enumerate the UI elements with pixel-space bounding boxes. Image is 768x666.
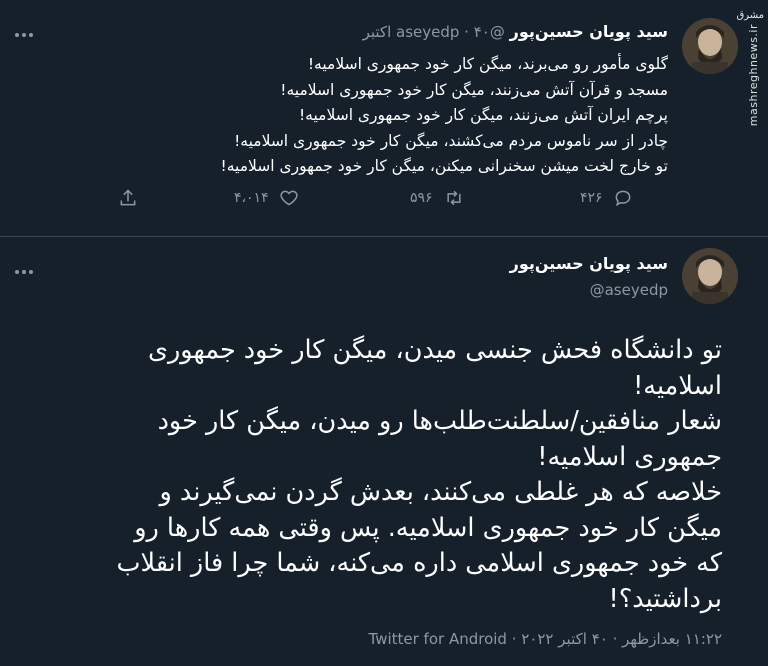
tweet-line: مسجد و قرآن آتش می‌زنند، میگن کار خود جم…	[280, 80, 668, 99]
watermark-text: mashreghnews.ir	[747, 24, 760, 127]
separator: ·	[464, 23, 469, 41]
retweet-icon	[443, 188, 465, 208]
tweet-line: خلاصه که هر غلطی می‌کنند، بعدش گردن نمی‌…	[159, 477, 722, 507]
tweet-line: که خود جمهوری اسلامی داره می‌کنه، شما چر…	[116, 548, 722, 578]
tweet-line: گلوی مأمور رو می‌برند، میگن کار خود جمهو…	[307, 55, 668, 73]
tweet-first[interactable]: سید پویان حسین‌پور @aseyedp · ۴۰ اکتبر گ…	[0, 0, 768, 236]
tweet-text: گلوی مأمور رو می‌برند، میگن کار خود جمهو…	[68, 52, 669, 180]
tweet-line: شعار منافقین/سلطنت‌طلب‌ها رو میدن، میگن …	[157, 406, 722, 436]
like-button[interactable]: ۴،۰۱۴	[234, 188, 299, 208]
tweet-line: تو خارج لخت میشن سخنرانی میکنن، میگن کار…	[220, 157, 669, 175]
avatar[interactable]	[682, 248, 738, 304]
tweet-line: تو دانشگاه فحش جنسی میدن، میگن کار خود ج…	[148, 335, 722, 365]
avatar[interactable]	[682, 18, 738, 74]
display-name[interactable]: سید پویان حسین‌پور	[268, 254, 668, 273]
tweet-line: جمهوری اسلامیه!	[537, 441, 722, 472]
heart-icon	[279, 188, 299, 208]
share-button[interactable]	[118, 188, 138, 208]
retweet-button[interactable]: ۵۹۶	[410, 188, 465, 208]
tweet-actions: ۴،۰۱۴ ۵۹۶ ۴۲۶	[0, 188, 768, 218]
tweet-line: چادر از سر ناموس مردم می‌کشند، میگن کار …	[234, 131, 668, 150]
retweet-count: ۵۹۶	[410, 190, 433, 206]
tweet-text: تو دانشگاه فحش جنسی میدن، میگن کار خود ج…	[32, 333, 722, 617]
like-count: ۴،۰۱۴	[234, 190, 269, 206]
tweet-header: سید پویان حسین‌پور @aseyedp · ۴۰ اکتبر	[108, 22, 668, 41]
reply-icon	[613, 188, 633, 208]
more-icon[interactable]	[14, 259, 34, 280]
reply-count: ۴۲۶	[580, 190, 603, 206]
tweet-meta[interactable]: ۱۱:۲۲ بعدازظهر · ۴۰ اکتبر ۲۰۲۲ · Twitter…	[32, 630, 722, 648]
more-icon[interactable]	[14, 22, 34, 43]
share-icon	[118, 188, 138, 208]
watermark-logo: مشرق	[736, 10, 764, 21]
user-handle[interactable]: @aseyedp	[268, 281, 668, 299]
reply-button[interactable]: ۴۲۶	[580, 188, 633, 208]
tweet-line: میگن کار خود جمهوری اسلامیه. پس وقتی همه…	[134, 512, 722, 543]
display-name-text: سید پویان حسین‌پور	[509, 254, 668, 273]
watermark: مشرق mashreghnews.ir	[736, 0, 766, 150]
tweet-line: برداشتید؟!	[608, 583, 722, 614]
display-name[interactable]: سید پویان حسین‌پور	[510, 22, 668, 41]
tweet-line: پرچم ایران آتش می‌زنند، میگن کار خود جمه…	[298, 106, 668, 124]
tweet-line: اسلامیه!	[633, 370, 722, 401]
